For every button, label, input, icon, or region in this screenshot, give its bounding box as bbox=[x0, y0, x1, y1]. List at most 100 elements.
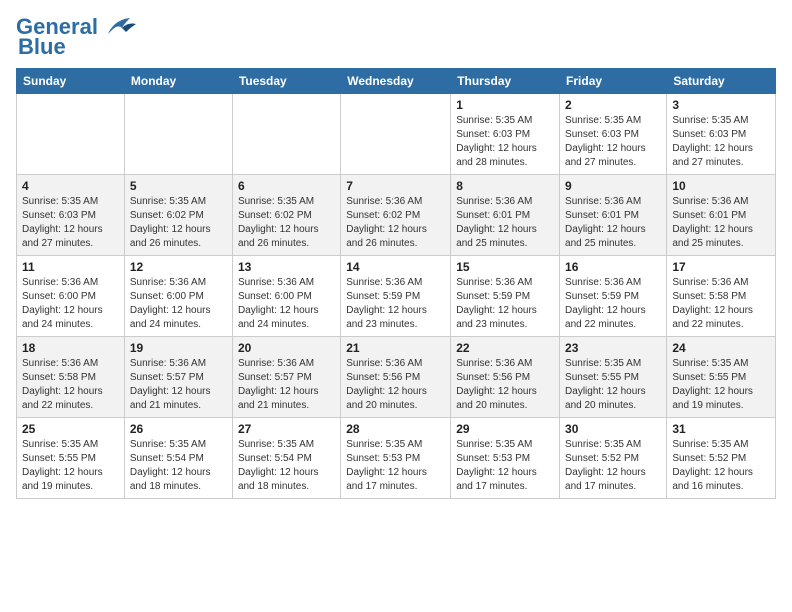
day-number: 11 bbox=[22, 260, 119, 274]
calendar-cell: 17Sunrise: 5:36 AM Sunset: 5:58 PM Dayli… bbox=[667, 256, 776, 337]
day-info: Sunrise: 5:35 AM Sunset: 5:55 PM Dayligh… bbox=[565, 357, 661, 413]
day-info: Sunrise: 5:36 AM Sunset: 6:00 PM Dayligh… bbox=[22, 276, 119, 332]
day-number: 14 bbox=[346, 260, 445, 274]
day-info: Sunrise: 5:36 AM Sunset: 5:58 PM Dayligh… bbox=[672, 276, 770, 332]
day-info: Sunrise: 5:35 AM Sunset: 5:53 PM Dayligh… bbox=[346, 438, 445, 494]
calendar-cell: 23 Sunrise: 5:35 AM Sunset: 5:55 PM Dayli… bbox=[560, 337, 667, 418]
col-header-wednesday: Wednesday bbox=[341, 69, 451, 94]
day-info: Sunrise: 5:35 AM Sunset: 6:03 PM Dayligh… bbox=[565, 114, 661, 170]
col-header-monday: Monday bbox=[124, 69, 232, 94]
calendar-cell: 28 Sunrise: 5:35 AM Sunset: 5:53 PM Dayli… bbox=[341, 418, 451, 499]
day-number: 30 bbox=[565, 422, 661, 436]
calendar-cell: 13Sunrise: 5:36 AM Sunset: 6:00 PM Dayli… bbox=[232, 256, 340, 337]
calendar-cell: 15 Sunrise: 5:36 AM Sunset: 5:59 PM Dayli… bbox=[451, 256, 560, 337]
day-number: 9 bbox=[565, 179, 661, 193]
calendar-cell: 22 Sunrise: 5:36 AM Sunset: 5:56 PM Dayli… bbox=[451, 337, 560, 418]
day-info: Sunrise: 5:35 AM Sunset: 5:54 PM Dayligh… bbox=[130, 438, 227, 494]
calendar-cell bbox=[17, 94, 125, 175]
day-info: Sunrise: 5:36 AM Sunset: 6:01 PM Dayligh… bbox=[456, 195, 554, 251]
day-number: 27 bbox=[238, 422, 335, 436]
day-number: 22 bbox=[456, 341, 554, 355]
calendar-cell bbox=[232, 94, 340, 175]
day-info: Sunrise: 5:35 AM Sunset: 5:55 PM Dayligh… bbox=[22, 438, 119, 494]
day-info: Sunrise: 5:36 AM Sunset: 5:56 PM Dayligh… bbox=[346, 357, 445, 413]
calendar-cell: 29 Sunrise: 5:35 AM Sunset: 5:53 PM Dayli… bbox=[451, 418, 560, 499]
day-info: Sunrise: 5:35 AM Sunset: 5:53 PM Dayligh… bbox=[456, 438, 554, 494]
logo-bird-icon bbox=[100, 16, 138, 38]
calendar-cell: 9 Sunrise: 5:36 AM Sunset: 6:01 PM Daylig… bbox=[560, 175, 667, 256]
day-number: 7 bbox=[346, 179, 445, 193]
day-info: Sunrise: 5:35 AM Sunset: 5:54 PM Dayligh… bbox=[238, 438, 335, 494]
calendar-cell: 5Sunrise: 5:35 AM Sunset: 6:02 PM Daylig… bbox=[124, 175, 232, 256]
calendar-cell: 12Sunrise: 5:36 AM Sunset: 6:00 PM Dayli… bbox=[124, 256, 232, 337]
day-info: Sunrise: 5:35 AM Sunset: 5:52 PM Dayligh… bbox=[565, 438, 661, 494]
calendar-cell: 11 Sunrise: 5:36 AM Sunset: 6:00 PM Dayli… bbox=[17, 256, 125, 337]
calendar-cell: 21Sunrise: 5:36 AM Sunset: 5:56 PM Dayli… bbox=[341, 337, 451, 418]
calendar-cell: 7 Sunrise: 5:36 AM Sunset: 6:02 PM Daylig… bbox=[341, 175, 451, 256]
day-info: Sunrise: 5:36 AM Sunset: 6:01 PM Dayligh… bbox=[565, 195, 661, 251]
calendar-cell: 8 Sunrise: 5:36 AM Sunset: 6:01 PM Daylig… bbox=[451, 175, 560, 256]
day-info: Sunrise: 5:35 AM Sunset: 5:52 PM Dayligh… bbox=[672, 438, 770, 494]
col-header-friday: Friday bbox=[560, 69, 667, 94]
day-info: Sunrise: 5:36 AM Sunset: 5:57 PM Dayligh… bbox=[238, 357, 335, 413]
calendar-cell: 18 Sunrise: 5:36 AM Sunset: 5:58 PM Dayli… bbox=[17, 337, 125, 418]
col-header-thursday: Thursday bbox=[451, 69, 560, 94]
calendar-cell: 27 Sunrise: 5:35 AM Sunset: 5:54 PM Dayli… bbox=[232, 418, 340, 499]
calendar-cell: 2Sunrise: 5:35 AM Sunset: 6:03 PM Daylig… bbox=[560, 94, 667, 175]
calendar-cell: 31 Sunrise: 5:35 AM Sunset: 5:52 PM Dayli… bbox=[667, 418, 776, 499]
calendar-cell: 20 Sunrise: 5:36 AM Sunset: 5:57 PM Dayli… bbox=[232, 337, 340, 418]
calendar-cell: 24 Sunrise: 5:35 AM Sunset: 5:55 PM Dayli… bbox=[667, 337, 776, 418]
week-row-1: 1 Sunrise: 5:35 AM Sunset: 6:03 PM Daylig… bbox=[17, 94, 776, 175]
col-header-saturday: Saturday bbox=[667, 69, 776, 94]
day-number: 6 bbox=[238, 179, 335, 193]
day-number: 29 bbox=[456, 422, 554, 436]
day-number: 10 bbox=[672, 179, 770, 193]
calendar-cell: 10 Sunrise: 5:36 AM Sunset: 6:01 PM Dayli… bbox=[667, 175, 776, 256]
col-header-tuesday: Tuesday bbox=[232, 69, 340, 94]
calendar-table: SundayMondayTuesdayWednesdayThursdayFrid… bbox=[16, 68, 776, 499]
calendar-cell: 1 Sunrise: 5:35 AM Sunset: 6:03 PM Daylig… bbox=[451, 94, 560, 175]
calendar-cell: 16Sunrise: 5:36 AM Sunset: 5:59 PM Dayli… bbox=[560, 256, 667, 337]
day-info: Sunrise: 5:36 AM Sunset: 6:00 PM Dayligh… bbox=[238, 276, 335, 332]
calendar-cell: 30 Sunrise: 5:35 AM Sunset: 5:52 PM Dayli… bbox=[560, 418, 667, 499]
calendar-cell: 6 Sunrise: 5:35 AM Sunset: 6:02 PM Daylig… bbox=[232, 175, 340, 256]
week-row-3: 11 Sunrise: 5:36 AM Sunset: 6:00 PM Dayli… bbox=[17, 256, 776, 337]
day-number: 25 bbox=[22, 422, 119, 436]
page-header: General Blue bbox=[16, 16, 776, 60]
day-number: 24 bbox=[672, 341, 770, 355]
day-info: Sunrise: 5:35 AM Sunset: 6:03 PM Dayligh… bbox=[672, 114, 770, 170]
week-row-5: 25 Sunrise: 5:35 AM Sunset: 5:55 PM Dayli… bbox=[17, 418, 776, 499]
day-info: Sunrise: 5:35 AM Sunset: 6:03 PM Dayligh… bbox=[22, 195, 119, 251]
calendar-cell: 25 Sunrise: 5:35 AM Sunset: 5:55 PM Dayli… bbox=[17, 418, 125, 499]
day-info: Sunrise: 5:36 AM Sunset: 5:59 PM Dayligh… bbox=[346, 276, 445, 332]
day-number: 23 bbox=[565, 341, 661, 355]
calendar-body: 1 Sunrise: 5:35 AM Sunset: 6:03 PM Daylig… bbox=[17, 94, 776, 499]
day-info: Sunrise: 5:35 AM Sunset: 6:03 PM Dayligh… bbox=[456, 114, 554, 170]
day-number: 16 bbox=[565, 260, 661, 274]
day-info: Sunrise: 5:36 AM Sunset: 5:57 PM Dayligh… bbox=[130, 357, 227, 413]
day-info: Sunrise: 5:36 AM Sunset: 6:01 PM Dayligh… bbox=[672, 195, 770, 251]
calendar-cell bbox=[124, 94, 232, 175]
day-number: 3 bbox=[672, 98, 770, 112]
day-number: 31 bbox=[672, 422, 770, 436]
logo-blue: Blue bbox=[18, 34, 66, 60]
day-info: Sunrise: 5:36 AM Sunset: 5:59 PM Dayligh… bbox=[456, 276, 554, 332]
calendar-cell bbox=[341, 94, 451, 175]
day-number: 18 bbox=[22, 341, 119, 355]
day-info: Sunrise: 5:35 AM Sunset: 6:02 PM Dayligh… bbox=[238, 195, 335, 251]
day-info: Sunrise: 5:35 AM Sunset: 5:55 PM Dayligh… bbox=[672, 357, 770, 413]
day-number: 26 bbox=[130, 422, 227, 436]
day-number: 1 bbox=[456, 98, 554, 112]
col-header-sunday: Sunday bbox=[17, 69, 125, 94]
day-number: 15 bbox=[456, 260, 554, 274]
day-number: 8 bbox=[456, 179, 554, 193]
day-info: Sunrise: 5:36 AM Sunset: 5:58 PM Dayligh… bbox=[22, 357, 119, 413]
calendar-cell: 26 Sunrise: 5:35 AM Sunset: 5:54 PM Dayli… bbox=[124, 418, 232, 499]
day-info: Sunrise: 5:36 AM Sunset: 5:56 PM Dayligh… bbox=[456, 357, 554, 413]
header-row: SundayMondayTuesdayWednesdayThursdayFrid… bbox=[17, 69, 776, 94]
day-number: 20 bbox=[238, 341, 335, 355]
day-info: Sunrise: 5:36 AM Sunset: 6:00 PM Dayligh… bbox=[130, 276, 227, 332]
day-number: 28 bbox=[346, 422, 445, 436]
day-info: Sunrise: 5:36 AM Sunset: 6:02 PM Dayligh… bbox=[346, 195, 445, 251]
logo: General Blue bbox=[16, 16, 138, 60]
